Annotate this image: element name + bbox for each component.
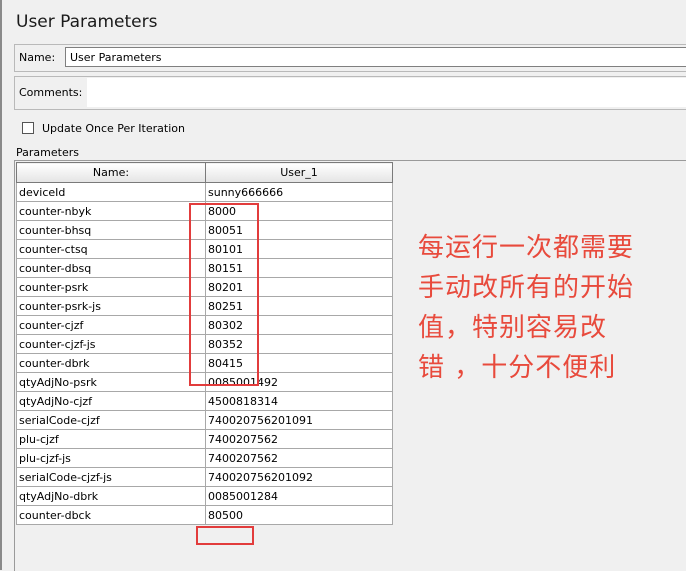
param-value-cell[interactable]: 740020756201091	[205, 410, 393, 430]
table-row[interactable]: serialCode-cjzf-js 740020756201092	[16, 467, 393, 487]
comments-row: Comments:	[14, 76, 686, 110]
column-header-name[interactable]: Name:	[16, 162, 206, 183]
param-name-cell[interactable]: serialCode-cjzf-js	[16, 467, 206, 487]
param-name-cell[interactable]: qtyAdjNo-psrk	[16, 372, 206, 392]
table-row[interactable]: counter-bhsq 80051	[16, 220, 393, 240]
table-row[interactable]: counter-nbyk 8000	[16, 201, 393, 221]
param-name-cell[interactable]: qtyAdjNo-dbrk	[16, 486, 206, 506]
param-name-cell[interactable]: deviceId	[16, 182, 206, 202]
annotation-line: 每运行一次都需要	[418, 233, 635, 263]
window-left-border	[0, 0, 2, 570]
table-row[interactable]: counter-psrk-js 80251	[16, 296, 393, 316]
table-row[interactable]: qtyAdjNo-cjzf 4500818314	[16, 391, 393, 411]
column-header-user-1[interactable]: User_1	[205, 162, 393, 183]
parameters-section-label: Parameters	[16, 146, 79, 159]
param-value-cell[interactable]: sunny666666	[205, 182, 393, 202]
annotation-line: 错 ，十分不便利	[418, 353, 617, 383]
param-value-cell[interactable]: 80101	[205, 239, 393, 259]
param-value-cell[interactable]: 8000	[205, 201, 393, 221]
param-name-cell[interactable]: counter-ctsq	[16, 239, 206, 259]
table-row[interactable]: serialCode-cjzf 740020756201091	[16, 410, 393, 430]
param-value-cell[interactable]: 80251	[205, 296, 393, 316]
param-value-cell[interactable]: 80415	[205, 353, 393, 373]
table-row[interactable]: plu-cjzf 7400207562	[16, 429, 393, 449]
parameters-table: Name: User_1 deviceId sunny666666 counter-…	[16, 162, 393, 525]
table-row[interactable]: counter-dbrk 80415	[16, 353, 393, 373]
name-label: Name:	[19, 51, 56, 64]
param-name-cell[interactable]: counter-nbyk	[16, 201, 206, 221]
param-name-cell[interactable]: plu-cjzf-js	[16, 448, 206, 468]
page-title: User Parameters	[16, 12, 158, 32]
param-value-cell[interactable]: 80051	[205, 220, 393, 240]
param-name-cell[interactable]: qtyAdjNo-cjzf	[16, 391, 206, 411]
update-once-label: Update Once Per Iteration	[42, 122, 185, 135]
table-row[interactable]: counter-psrk 80201	[16, 277, 393, 297]
annotation-line: 值，特别容易改	[418, 313, 608, 343]
name-row: Name:	[14, 44, 686, 72]
table-row[interactable]: plu-cjzf-js 7400207562	[16, 448, 393, 468]
param-name-cell[interactable]: serialCode-cjzf	[16, 410, 206, 430]
param-name-cell[interactable]: counter-cjzf	[16, 315, 206, 335]
param-name-cell[interactable]: counter-cjzf-js	[16, 334, 206, 354]
comments-input[interactable]	[87, 78, 686, 107]
param-value-cell[interactable]: 80500	[205, 505, 393, 525]
annotation-note: 每运行一次都需要 手动改所有的开始 值，特别容易改 错 ，十分不便利	[418, 228, 686, 388]
param-value-cell[interactable]: 80302	[205, 315, 393, 335]
param-name-cell[interactable]: counter-psrk	[16, 277, 206, 297]
param-value-cell[interactable]: 4500818314	[205, 391, 393, 411]
table-row[interactable]: counter-dbck 80500	[16, 505, 393, 525]
table-row[interactable]: counter-cjzf-js 80352	[16, 334, 393, 354]
param-name-cell[interactable]: counter-dbck	[16, 505, 206, 525]
param-name-cell[interactable]: counter-dbsq	[16, 258, 206, 278]
param-name-cell[interactable]: counter-psrk-js	[16, 296, 206, 316]
param-value-cell[interactable]: 7400207562	[205, 429, 393, 449]
param-value-cell[interactable]: 740020756201092	[205, 467, 393, 487]
annotation-line: 手动改所有的开始	[418, 273, 635, 303]
comments-label: Comments:	[19, 86, 83, 99]
param-name-cell[interactable]: plu-cjzf	[16, 429, 206, 449]
param-value-cell[interactable]: 0085001492	[205, 372, 393, 392]
table-row[interactable]: deviceId sunny666666	[16, 182, 393, 202]
table-row[interactable]: qtyAdjNo-dbrk 0085001284	[16, 486, 393, 506]
update-once-checkbox[interactable]	[22, 122, 34, 134]
param-value-cell[interactable]: 80151	[205, 258, 393, 278]
param-name-cell[interactable]: counter-bhsq	[16, 220, 206, 240]
name-input[interactable]	[65, 47, 686, 67]
param-value-cell[interactable]: 80352	[205, 334, 393, 354]
table-row[interactable]: counter-cjzf 80302	[16, 315, 393, 335]
param-value-cell[interactable]: 80201	[205, 277, 393, 297]
param-value-cell[interactable]: 7400207562	[205, 448, 393, 468]
table-row[interactable]: qtyAdjNo-psrk 0085001492	[16, 372, 393, 392]
table-row[interactable]: counter-ctsq 80101	[16, 239, 393, 259]
table-row[interactable]: counter-dbsq 80151	[16, 258, 393, 278]
param-value-cell[interactable]: 0085001284	[205, 486, 393, 506]
param-name-cell[interactable]: counter-dbrk	[16, 353, 206, 373]
